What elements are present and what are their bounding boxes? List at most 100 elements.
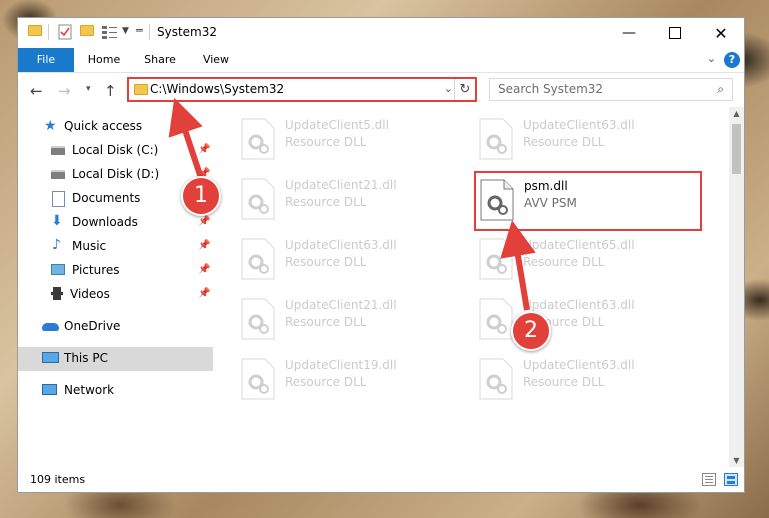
item-count: 109 items bbox=[30, 473, 86, 486]
close-icon: ✕ bbox=[714, 23, 728, 43]
file-item[interactable]: UpdateClient19.dll Resource DLL bbox=[237, 354, 467, 404]
address-path[interactable]: C:\Windows\System32 bbox=[150, 82, 284, 96]
file-item[interactable]: UpdateClient63.dll Resource DLL bbox=[475, 354, 705, 404]
file-type: Resource DLL bbox=[285, 195, 367, 209]
nav-label: Network bbox=[64, 383, 115, 397]
maximize-icon bbox=[669, 27, 681, 39]
file-item-psm-dll[interactable]: psm.dll AVV PSM bbox=[474, 171, 702, 231]
nav-item-quick-access[interactable]: ★ Quick access bbox=[18, 115, 213, 139]
music-icon: ♪ bbox=[52, 237, 61, 253]
dll-file-icon bbox=[479, 298, 513, 340]
nav-item-downloads[interactable]: ⬇ Downloads 📌 bbox=[18, 211, 213, 235]
address-bar[interactable]: C:\Windows\System32 ⌄ ↻ bbox=[127, 77, 477, 102]
file-type: AVV PSM bbox=[524, 196, 577, 210]
nav-item-onedrive[interactable]: OneDrive bbox=[18, 315, 213, 339]
nav-label: Videos bbox=[70, 287, 110, 301]
nav-label: This PC bbox=[64, 351, 108, 365]
videos-icon bbox=[51, 287, 63, 300]
scroll-up-icon[interactable]: ▲ bbox=[729, 109, 744, 118]
up-arrow-icon[interactable]: ↑ bbox=[104, 82, 117, 100]
network-icon bbox=[42, 384, 57, 395]
file-name: UpdateClient5.dll bbox=[285, 118, 389, 132]
documents-icon bbox=[52, 191, 65, 207]
computer-icon bbox=[42, 352, 59, 363]
dll-file-icon bbox=[479, 238, 513, 280]
help-button[interactable]: ? bbox=[724, 52, 740, 68]
recent-locations-icon[interactable]: ▾ bbox=[86, 84, 91, 94]
pictures-icon bbox=[51, 264, 65, 275]
download-icon: ⬇ bbox=[51, 213, 63, 229]
expand-ribbon-icon[interactable]: ⌄ bbox=[707, 52, 716, 65]
file-item[interactable]: UpdateClient63.dll Resource DLL bbox=[475, 114, 705, 164]
file-name: UpdateClient63.dll bbox=[523, 118, 635, 132]
dll-file-icon bbox=[241, 298, 275, 340]
nav-label: OneDrive bbox=[64, 319, 121, 333]
nav-item-local-disk-c[interactable]: Local Disk (C:) 📌 bbox=[18, 139, 213, 163]
dll-file-icon bbox=[241, 178, 275, 220]
pin-icon[interactable]: 📌 bbox=[198, 240, 210, 251]
file-item[interactable]: UpdateClient63.dll Resource DLL bbox=[237, 234, 467, 284]
nav-item-pictures[interactable]: Pictures 📌 bbox=[18, 259, 213, 283]
search-box[interactable]: ⌕ bbox=[489, 78, 733, 101]
dll-file-icon bbox=[241, 358, 275, 400]
pin-icon[interactable]: 📌 bbox=[198, 288, 210, 299]
cloud-icon bbox=[42, 323, 59, 331]
file-name: UpdateClient63.dll bbox=[523, 298, 635, 312]
scroll-down-icon[interactable]: ▼ bbox=[729, 456, 744, 465]
window-title: System32 bbox=[157, 25, 218, 39]
tab-file[interactable]: File bbox=[18, 48, 74, 72]
title-bar: ▼ ═ System32 — ✕ bbox=[18, 18, 744, 48]
search-input[interactable] bbox=[498, 82, 698, 96]
tab-share[interactable]: Share bbox=[136, 48, 184, 72]
nav-label: Music bbox=[72, 239, 107, 253]
dll-file-icon bbox=[479, 358, 513, 400]
ribbon-tabs: File Home Share View ⌄ ? bbox=[18, 48, 744, 73]
file-item[interactable]: UpdateClient21.dll Resource DLL bbox=[237, 294, 467, 344]
minimize-button[interactable]: — bbox=[606, 18, 652, 48]
dll-file-icon bbox=[480, 179, 514, 221]
step-2-badge: 2 bbox=[511, 311, 551, 351]
address-dropdown-icon[interactable]: ⌄ bbox=[444, 82, 453, 95]
back-arrow-icon[interactable]: ← bbox=[30, 82, 43, 100]
tab-view[interactable]: View bbox=[192, 48, 240, 72]
forward-arrow-icon[interactable]: → bbox=[58, 82, 71, 100]
file-item[interactable]: UpdateClient21.dll Resource DLL bbox=[237, 174, 467, 224]
file-item[interactable]: UpdateClient5.dll Resource DLL bbox=[237, 114, 467, 164]
close-button[interactable]: ✕ bbox=[698, 18, 744, 48]
details-view-icon[interactable] bbox=[702, 473, 716, 486]
chevron-down-icon[interactable]: ▼ bbox=[122, 26, 129, 36]
pin-icon[interactable]: 📌 bbox=[198, 144, 210, 155]
file-item[interactable]: UpdateClient65.dll Resource DLL bbox=[475, 234, 705, 284]
refresh-icon[interactable]: ↻ bbox=[454, 79, 475, 100]
file-explorer-window: ▼ ═ System32 — ✕ File Home Share View ⌄ … bbox=[17, 17, 745, 493]
file-name: psm.dll bbox=[524, 179, 568, 193]
maximize-button[interactable] bbox=[652, 18, 698, 48]
nav-item-videos[interactable]: Videos 📌 bbox=[18, 283, 213, 307]
scrollbar-thumb[interactable] bbox=[732, 124, 741, 174]
tiles-view-icon[interactable] bbox=[724, 473, 738, 486]
drive-icon bbox=[51, 146, 65, 155]
quick-access-toolbar-dropdown-icon[interactable]: ═ bbox=[136, 24, 143, 37]
file-item[interactable]: UpdateClient63.dll Resource DLL bbox=[475, 294, 705, 344]
pin-icon[interactable]: 📌 bbox=[198, 216, 210, 227]
vertical-scrollbar[interactable]: ▲ ▼ bbox=[729, 107, 744, 467]
file-type: Resource DLL bbox=[285, 255, 367, 269]
file-type: Resource DLL bbox=[523, 135, 605, 149]
nav-item-network[interactable]: Network bbox=[18, 379, 213, 403]
tab-home[interactable]: Home bbox=[80, 48, 128, 72]
nav-item-this-pc[interactable]: This PC bbox=[18, 347, 213, 371]
drive-icon bbox=[51, 170, 65, 179]
status-bar: 109 items bbox=[18, 469, 744, 492]
customize-toolbar-icon[interactable] bbox=[102, 25, 118, 42]
new-folder-icon[interactable] bbox=[80, 25, 94, 36]
file-type: Resource DLL bbox=[523, 255, 605, 269]
file-name: UpdateClient21.dll bbox=[285, 178, 397, 192]
pin-icon[interactable]: 📌 bbox=[198, 264, 210, 275]
navigation-pane: ★ Quick access Local Disk (C:) 📌 Local D… bbox=[18, 107, 213, 467]
nav-item-music[interactable]: ♪ Music 📌 bbox=[18, 235, 213, 259]
nav-label: Documents bbox=[72, 191, 141, 205]
search-icon[interactable]: ⌕ bbox=[717, 82, 724, 97]
properties-icon[interactable] bbox=[58, 24, 72, 43]
file-name: UpdateClient63.dll bbox=[523, 358, 635, 372]
file-name: UpdateClient19.dll bbox=[285, 358, 397, 372]
